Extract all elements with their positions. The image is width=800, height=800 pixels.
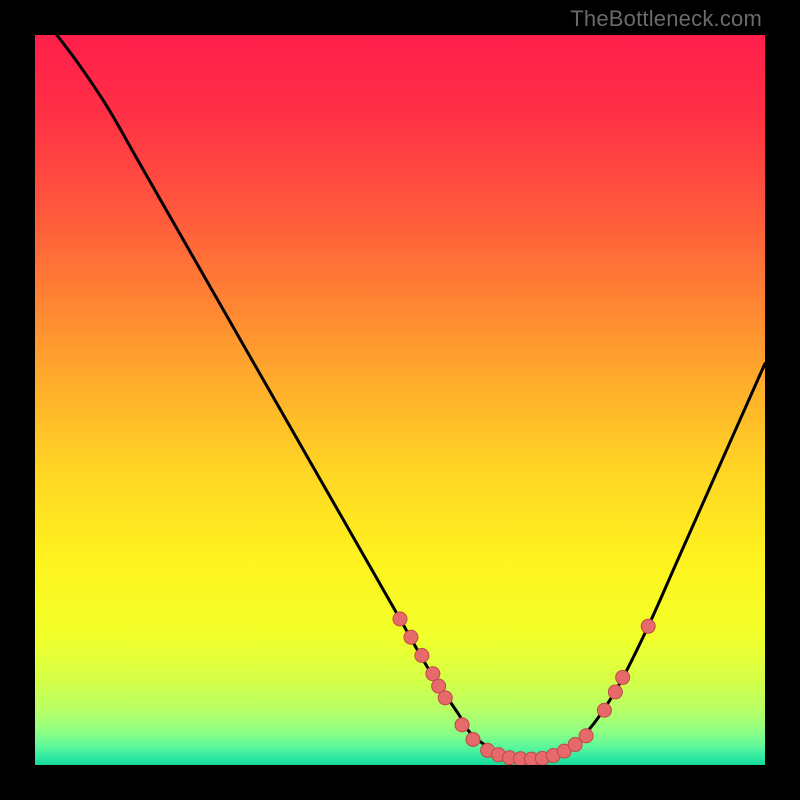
plot-area: [35, 35, 765, 765]
background-gradient: [35, 35, 765, 765]
chart-stage: TheBottleneck.com: [0, 0, 800, 800]
watermark-text: TheBottleneck.com: [570, 6, 762, 32]
